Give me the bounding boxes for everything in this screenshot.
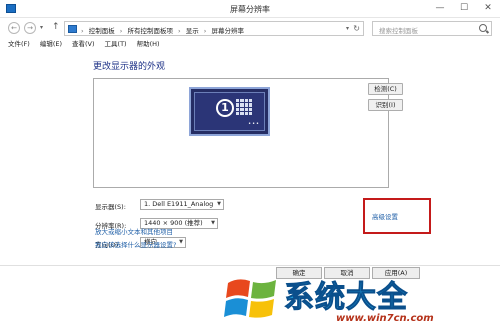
menu-file[interactable]: 文件(F) (8, 38, 30, 50)
monitor-1-icon[interactable]: 1 ••• (189, 87, 270, 136)
search-icon[interactable] (479, 24, 487, 32)
breadcrumb-item[interactable]: 所有控制面板项 (127, 27, 173, 35)
breadcrumb-item[interactable]: 控制面板 (89, 27, 115, 35)
search-placeholder: 搜索控制面板 (379, 27, 418, 35)
advanced-settings-link[interactable]: 高级设置 (372, 211, 398, 221)
text-size-link[interactable]: 放大或缩小文本和其他项目 (95, 226, 173, 236)
windows-logo-icon (224, 275, 280, 321)
maximize-button[interactable]: ☐ (452, 0, 476, 17)
chevron-down-icon: ▼ (217, 201, 221, 207)
site-watermark: 系统大全 www.win7cn.com (224, 271, 500, 331)
chevron-down-icon: ▼ (211, 220, 215, 226)
menu-tools[interactable]: 工具(T) (105, 38, 127, 50)
taskbar-dots-icon: ••• (248, 121, 260, 127)
divider (0, 265, 500, 266)
close-button[interactable]: ✕ (476, 0, 500, 17)
refresh-icon[interactable]: ↻ (353, 24, 360, 33)
identify-button[interactable]: 识别(I) (368, 99, 403, 111)
menu-edit[interactable]: 编辑(E) (40, 38, 62, 50)
start-tiles-icon (236, 99, 252, 115)
page-title: 更改显示器的外观 (93, 62, 166, 72)
address-row: ← → ▾ ↑ › 控制面板 › 所有控制面板项 › 显示 › 屏幕分辨率 ▾ … (0, 18, 500, 38)
chevron-down-icon: ▼ (179, 239, 183, 245)
window-title: 屏幕分辨率 (230, 5, 270, 14)
back-button[interactable]: ← (8, 22, 20, 34)
display-select[interactable]: 1. Dell E1911_Analog ▼ (140, 199, 224, 210)
detect-button[interactable]: 检测(C) (368, 83, 403, 95)
breadcrumb-item[interactable]: 屏幕分辨率 (211, 27, 244, 35)
watermark-brand: 系统大全 (284, 280, 408, 316)
monitor-number: 1 (216, 99, 234, 117)
menu-help[interactable]: 帮助(H) (137, 38, 160, 50)
menu-view[interactable]: 查看(V) (72, 38, 95, 50)
breadcrumb-item[interactable]: 显示 (186, 27, 199, 35)
display-help-link[interactable]: 我应该选择什么显示器设置? (95, 239, 176, 249)
display-preview-panel: 1 ••• 检测(C) 识别(I) (93, 78, 403, 188)
watermark-url: www.win7cn.com (336, 313, 434, 324)
chevron-down-icon[interactable]: ▾ (346, 25, 349, 32)
control-panel-icon (68, 25, 77, 33)
display-label: 显示器(S): (95, 203, 126, 211)
recent-pages-chevron-icon[interactable]: ▾ (40, 24, 43, 31)
search-input[interactable]: 搜索控制面板 (372, 21, 492, 36)
up-arrow-icon[interactable]: ↑ (52, 22, 60, 32)
minimize-button[interactable]: — (428, 0, 452, 17)
breadcrumb: › 控制面板 › 所有控制面板项 › 显示 › 屏幕分辨率 (81, 27, 244, 35)
menu-bar: 文件(F) 编辑(E) 查看(V) 工具(T) 帮助(H) (0, 38, 500, 50)
address-bar[interactable]: › 控制面板 › 所有控制面板项 › 显示 › 屏幕分辨率 ▾ ↻ (64, 21, 364, 36)
forward-button[interactable]: → (24, 22, 36, 34)
title-bar: 屏幕分辨率 — ☐ ✕ (0, 0, 500, 18)
